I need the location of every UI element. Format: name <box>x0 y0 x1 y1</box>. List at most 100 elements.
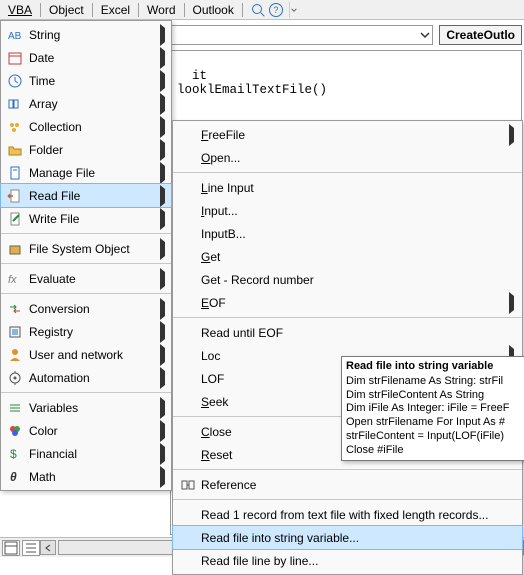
menu-item-label: Registry <box>27 325 157 339</box>
menu-item-folder[interactable]: Folder <box>1 138 171 161</box>
submenu-arrow-icon <box>157 51 167 65</box>
submenu-arrow-icon <box>157 242 167 256</box>
menu-item-write-file[interactable]: Write File <box>1 207 171 230</box>
menu-item-registry[interactable]: Registry <box>1 320 171 343</box>
menu-item-color[interactable]: Color <box>1 419 171 442</box>
menu-item-math[interactable]: θ Math <box>1 465 171 488</box>
menu-item-label: String <box>27 28 157 42</box>
submenu-arrow-icon <box>506 296 516 310</box>
submenu-arrow-icon <box>157 371 167 385</box>
menu-item-user-and-network[interactable]: User and network <box>1 343 171 366</box>
submenu-arrow-icon <box>157 348 167 362</box>
menu-vba[interactable]: VBA <box>2 1 38 19</box>
registry-icon <box>3 324 27 340</box>
menu-item-label: User and network <box>27 348 157 362</box>
submenu-item-label: FreeFile <box>201 128 506 142</box>
submenu-item-input[interactable]: Input... <box>173 199 522 222</box>
toolbar-overflow-icon[interactable] <box>289 2 299 18</box>
menu-item-label: Conversion <box>27 302 157 316</box>
menu-item-file-system-object[interactable]: File System Object <box>1 237 171 260</box>
proc-button[interactable]: CreateOutlo <box>439 25 522 45</box>
submenu-item-line-input[interactable]: Line Input <box>173 176 522 199</box>
svg-text:fx: fx <box>8 274 17 286</box>
submenu-item-get-record-number[interactable]: Get - Record number <box>173 268 522 291</box>
submenu-item-label: EOF <box>201 296 506 310</box>
submenu-arrow-icon <box>157 212 167 226</box>
submenu-item-label: InputB... <box>201 227 506 241</box>
submenu-item-freefile[interactable]: FreeFile <box>173 123 522 146</box>
menu-item-label: Date <box>27 51 157 65</box>
menu-item-label: Time <box>27 74 157 88</box>
menu-item-collection[interactable]: Collection <box>1 115 171 138</box>
help-icon[interactable]: ? <box>269 3 283 17</box>
read-file-icon <box>3 188 27 204</box>
menu-item-time[interactable]: Time <box>1 69 171 92</box>
submenu-arrow-icon <box>157 424 167 438</box>
menu-item-array[interactable]: Array <box>1 92 171 115</box>
submenu-item-read-until-eof[interactable]: Read until EOF <box>173 321 522 344</box>
menu-item-label: Variables <box>27 401 157 415</box>
submenu-item-label: Get <box>201 250 506 264</box>
menu-outlook[interactable]: Outlook <box>187 1 240 19</box>
submenu-item-label: Input... <box>201 204 506 218</box>
menu-item-automation[interactable]: Automation <box>1 366 171 389</box>
submenu-arrow-icon <box>506 128 516 142</box>
menu-item-date[interactable]: Date <box>1 46 171 69</box>
array-icon <box>3 96 27 112</box>
submenu-arrow-icon <box>157 28 167 42</box>
menu-word[interactable]: Word <box>141 1 181 19</box>
menu-item-read-file[interactable]: Read File <box>1 184 171 207</box>
menu-item-manage-file[interactable]: Manage File <box>1 161 171 184</box>
folder-icon <box>3 142 27 158</box>
tooltip-line: strFileContent = Input(LOF(iFile) <box>346 430 520 444</box>
full-view-icon[interactable] <box>22 540 40 556</box>
vba-main-menu: AB String Date Time Array Collection FolderMan… <box>0 20 172 491</box>
menu-item-evaluate[interactable]: fx Evaluate <box>1 267 171 290</box>
math-icon: θ <box>3 469 27 485</box>
svg-text:AB: AB <box>8 31 22 42</box>
tooltip-line: Dim strFileContent As String <box>346 389 520 403</box>
menu-item-label: File System Object <box>27 242 157 256</box>
proc-view-icon[interactable] <box>2 540 20 556</box>
object-toolbar: CreateOutlo <box>170 22 522 48</box>
menu-item-conversion[interactable]: Conversion <box>1 297 171 320</box>
submenu-arrow-icon <box>157 74 167 88</box>
submenu-item-read-1-record-from-text-file-with-fixed-length-records[interactable]: Read 1 record from text file with fixed … <box>173 503 522 526</box>
submenu-arrow-icon <box>157 97 167 111</box>
conversion-icon <box>3 301 27 317</box>
submenu-item-label: Read file line by line... <box>201 554 506 568</box>
submenu-item-read-file-into-string-variable[interactable]: Read file into string variable... <box>173 526 522 549</box>
submenu-item-get[interactable]: Get <box>173 245 522 268</box>
tooltip-line: Dim iFile As Integer: iFile = FreeF <box>346 402 520 416</box>
submenu-arrow-icon <box>157 189 167 203</box>
menu-excel[interactable]: Excel <box>95 1 136 19</box>
submenu-item-label: Get - Record number <box>201 273 506 287</box>
hscroll-left[interactable] <box>40 540 56 555</box>
tooltip-line: Open strFilename For Input As # <box>346 416 520 430</box>
submenu-item-read-file-line-by-line[interactable]: Read file line by line... <box>173 549 522 572</box>
menu-item-variables[interactable]: Variables <box>1 396 171 419</box>
menu-item-label: Write File <box>27 212 157 226</box>
menu-object[interactable]: Object <box>43 1 90 19</box>
submenu-item-reference[interactable]: Reference <box>173 473 522 496</box>
object-combo[interactable] <box>170 25 433 45</box>
submenu-arrow-icon <box>157 470 167 484</box>
search-icon[interactable] <box>251 3 265 17</box>
menu-item-financial[interactable]: $ Financial <box>1 442 171 465</box>
submenu-item-label: Read until EOF <box>201 326 506 340</box>
date-icon <box>3 50 27 66</box>
submenu-item-inputb[interactable]: InputB... <box>173 222 522 245</box>
svg-text:$: $ <box>10 447 17 461</box>
submenu-item-eof[interactable]: EOF <box>173 291 522 314</box>
menu-item-label: Collection <box>27 120 157 134</box>
submenu-arrow-icon <box>157 120 167 134</box>
submenu-item-open[interactable]: Open... <box>173 146 522 169</box>
menu-item-label: Math <box>27 470 157 484</box>
automation-icon <box>3 370 27 386</box>
manage-file-icon <box>3 165 27 181</box>
menu-item-label: Financial <box>27 447 157 461</box>
svg-text:θ: θ <box>10 470 17 484</box>
menu-item-label: Evaluate <box>27 272 157 286</box>
menu-item-string[interactable]: AB String <box>1 23 171 46</box>
code-text: it looklEmailTextFile() <box>177 69 327 97</box>
